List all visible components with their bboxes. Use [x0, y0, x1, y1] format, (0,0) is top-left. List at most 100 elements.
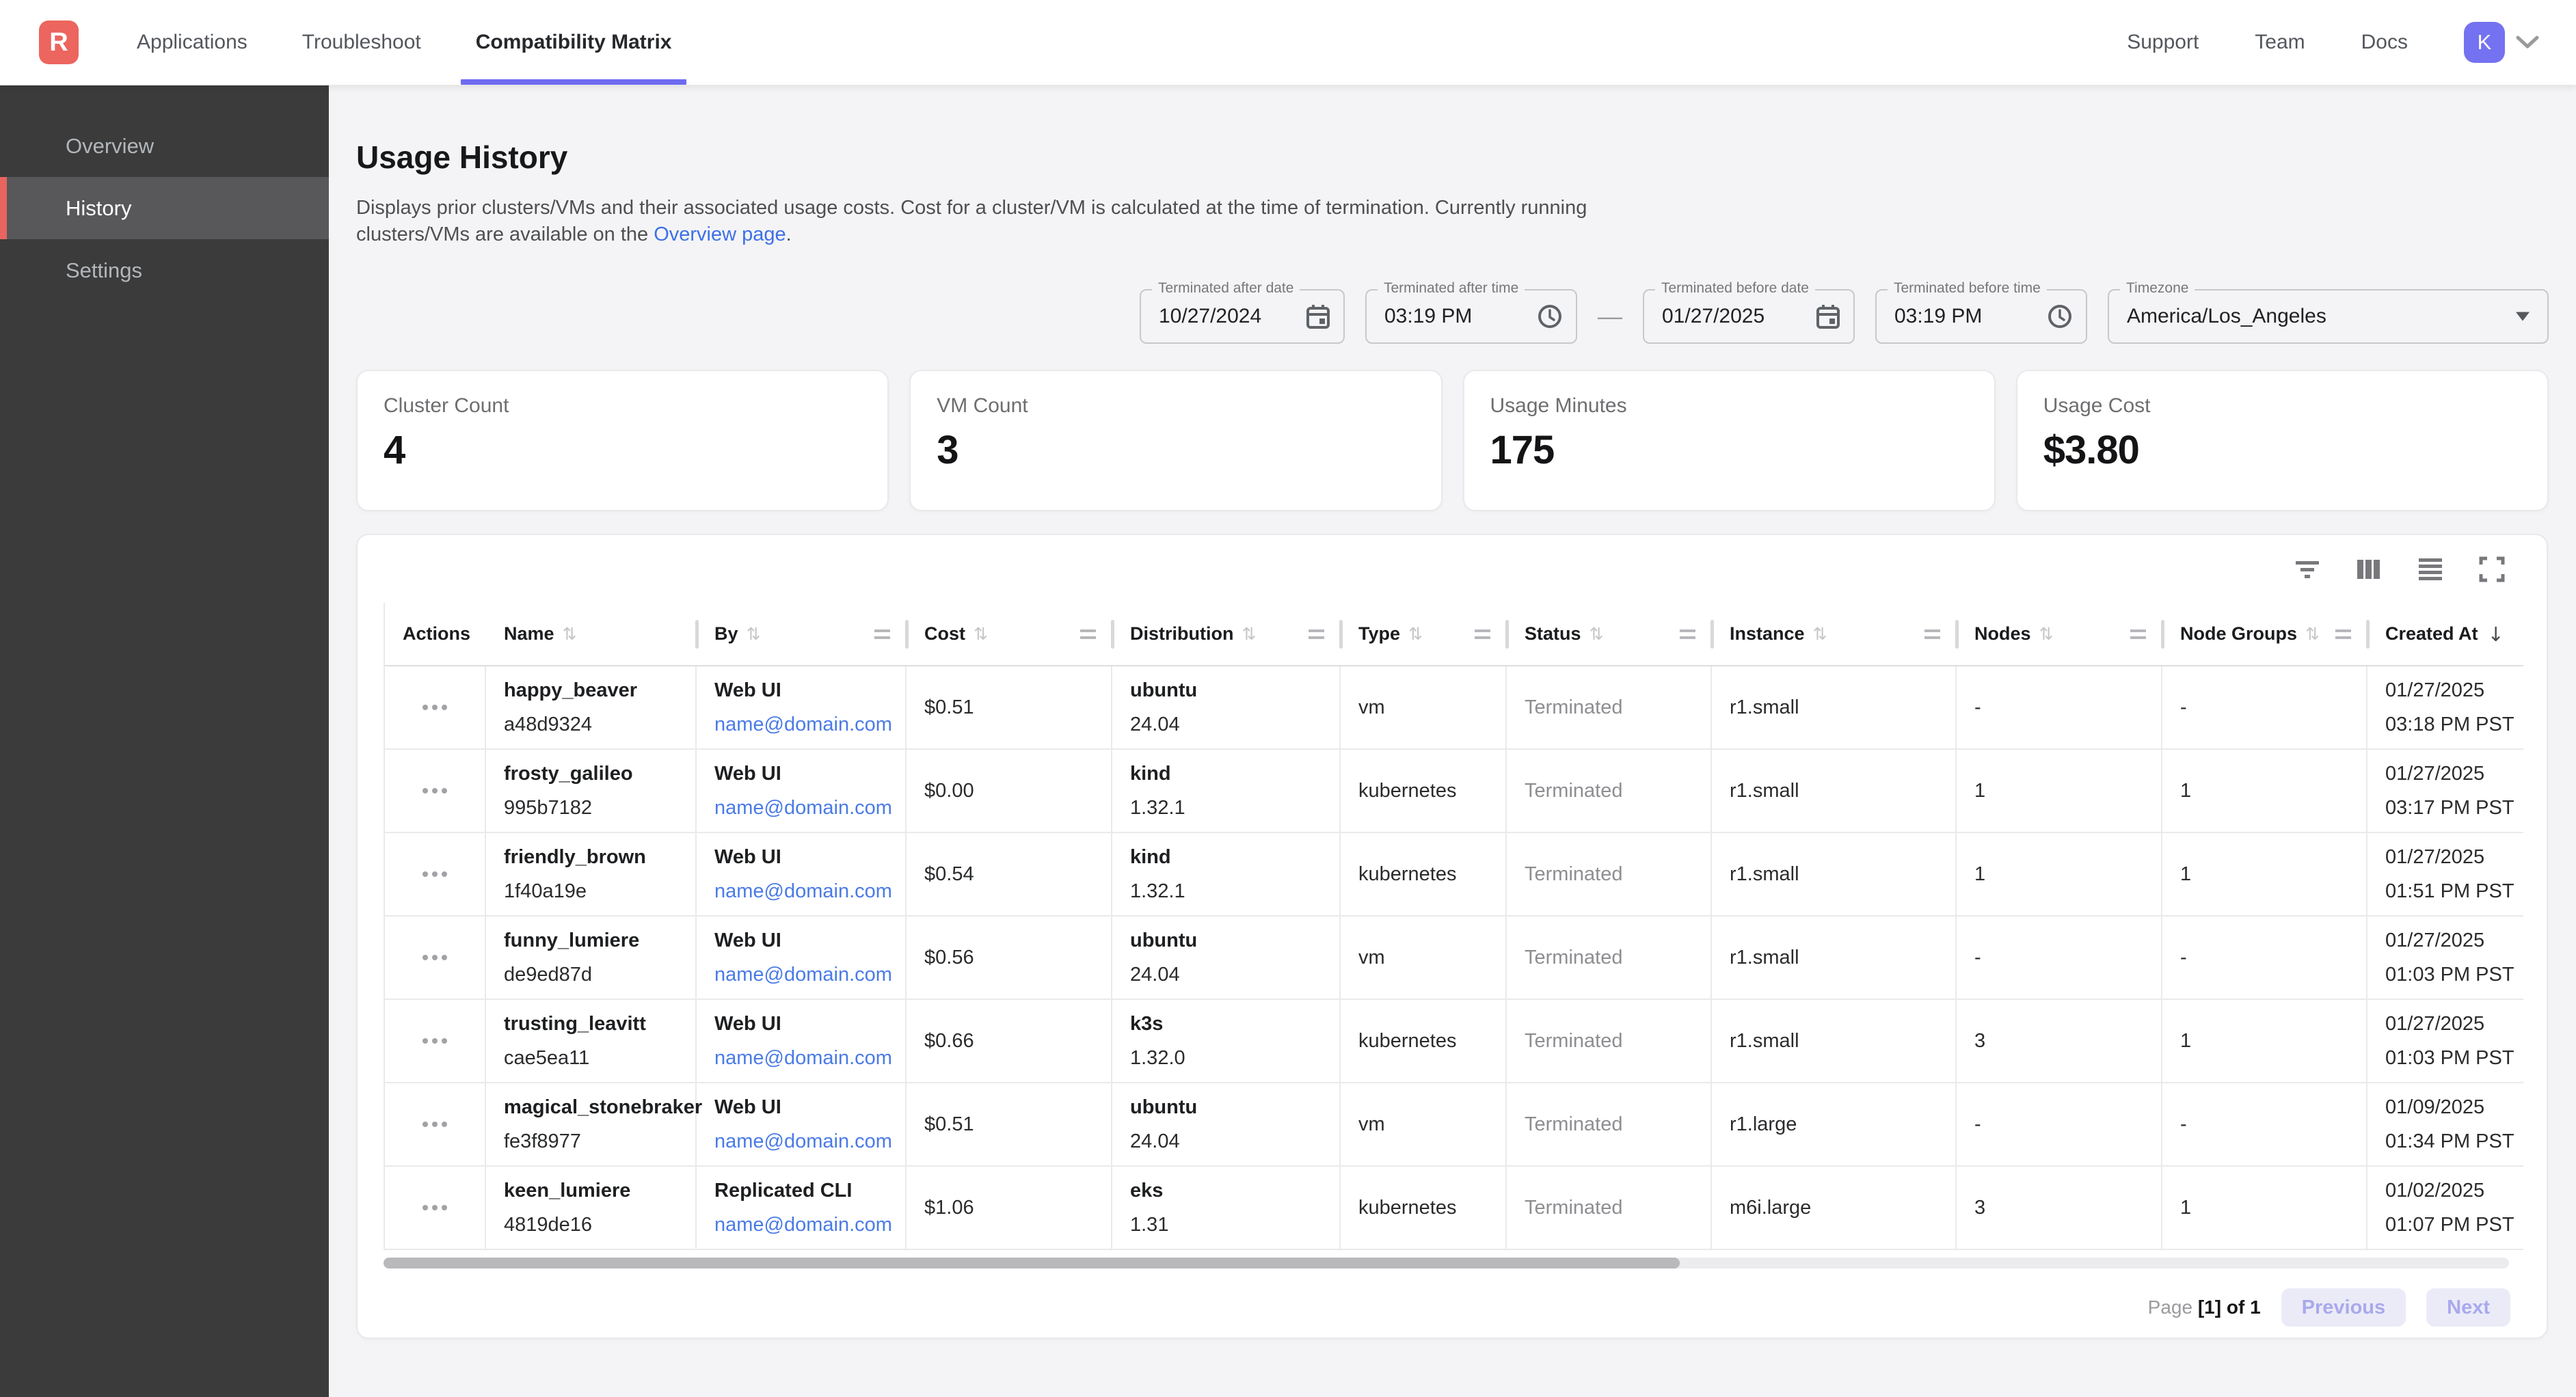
row-actions-button[interactable] — [416, 698, 454, 717]
columns-icon[interactable] — [2352, 553, 2385, 586]
sidebar-item-settings[interactable]: Settings — [0, 239, 329, 301]
column-label: Distribution — [1130, 623, 1233, 645]
density-icon[interactable] — [2414, 553, 2447, 586]
table-row: magical_stonebrakerfe3f8977 Web UIname@d… — [385, 1083, 2523, 1167]
calendar-icon[interactable] — [1305, 303, 1331, 330]
nav-item-applications[interactable]: Applications — [137, 0, 247, 85]
column-menu-icon[interactable] — [1080, 629, 1096, 639]
cell-created-at: 01/27/202501:51 PM PST — [2367, 833, 2523, 915]
cell-node-groups: 1 — [2162, 833, 2367, 915]
column-menu-icon[interactable] — [1924, 629, 1940, 639]
row-actions-button[interactable] — [416, 1198, 454, 1217]
cell-distribution: ubuntu24.04 — [1112, 917, 1341, 999]
terminated-before-date-field[interactable]: Terminated before date 01/27/2025 — [1643, 289, 1855, 344]
cell-instance: m6i.large — [1712, 1167, 1957, 1249]
page-label: Page — [2148, 1297, 2192, 1318]
column-menu-icon[interactable] — [1680, 629, 1695, 639]
column-header-nodes[interactable]: Nodes ⇅ — [1957, 603, 2162, 665]
column-menu-icon[interactable] — [1309, 629, 1324, 639]
nav-item-docs[interactable]: Docs — [2361, 31, 2408, 54]
dropdown-arrow-icon[interactable] — [2516, 312, 2535, 321]
terminated-before-time-field[interactable]: Terminated before time 03:19 PM — [1875, 289, 2087, 344]
column-header-status[interactable]: Status ⇅ — [1507, 603, 1712, 665]
row-actions-button[interactable] — [416, 781, 454, 800]
overview-page-link[interactable]: Overview page — [654, 223, 786, 245]
cell-by: Web UIname@domain.com — [697, 750, 907, 832]
row-actions-button[interactable] — [416, 948, 454, 967]
pagination: Page [1] of 1 Previous Next — [2148, 1288, 2510, 1327]
description-line2: clusters/VMs are available on the — [356, 223, 654, 245]
terminated-after-date-field[interactable]: Terminated after date 10/27/2024 — [1140, 289, 1345, 344]
user-menu[interactable]: K — [2464, 22, 2539, 63]
cell-type: kubernetes — [1341, 1000, 1507, 1082]
chevron-down-icon[interactable] — [2516, 36, 2539, 49]
column-menu-icon[interactable] — [2130, 629, 2146, 639]
clock-icon[interactable] — [2046, 303, 2074, 330]
row-actions-button[interactable] — [416, 1031, 454, 1050]
card-label: Cluster Count — [384, 394, 861, 418]
calendar-icon[interactable] — [1815, 303, 1841, 330]
clock-icon[interactable] — [1536, 303, 1564, 330]
column-menu-icon[interactable] — [1475, 629, 1490, 639]
next-page-button[interactable]: Next — [2426, 1288, 2510, 1327]
table-row: friendly_brown1f40a19e Web UIname@domain… — [385, 833, 2523, 917]
column-header-type[interactable]: Type ⇅ — [1341, 603, 1507, 665]
secondary-nav: Support Team Docs K — [2127, 22, 2539, 63]
cell-cost: $0.00 — [907, 750, 1112, 832]
cell-cost: $0.51 — [907, 666, 1112, 748]
app-logo[interactable]: R — [39, 21, 79, 64]
fullscreen-icon[interactable] — [2476, 553, 2508, 586]
email-link[interactable]: name@domain.com — [714, 796, 905, 819]
scrollbar-thumb[interactable] — [384, 1258, 1680, 1269]
column-menu-icon[interactable] — [874, 629, 890, 639]
email-link[interactable]: name@domain.com — [714, 1130, 905, 1153]
row-actions-button[interactable] — [416, 1115, 454, 1134]
previous-page-button[interactable]: Previous — [2281, 1288, 2406, 1327]
page-title: Usage History — [356, 139, 567, 176]
column-header-by[interactable]: By ⇅ — [697, 603, 907, 665]
row-actions-button[interactable] — [416, 865, 454, 884]
table-toolbar — [2291, 553, 2508, 586]
column-header-cost[interactable]: Cost ⇅ — [907, 603, 1112, 665]
cell-status: Terminated — [1507, 917, 1712, 999]
top-nav: R Applications Troubleshoot Compatibilit… — [0, 0, 2576, 85]
field-value[interactable]: America/Los_Angeles — [2109, 290, 2547, 342]
main-content: Usage History Displays prior clusters/VM… — [329, 85, 2576, 1397]
card-value: 175 — [1490, 427, 1968, 473]
email-link[interactable]: name@domain.com — [714, 713, 905, 736]
card-label: Usage Cost — [2043, 394, 2521, 418]
column-menu-icon[interactable] — [2335, 629, 2351, 639]
cell-created-at: 01/27/202503:18 PM PST — [2367, 666, 2523, 748]
sidebar-item-overview[interactable]: Overview — [0, 115, 329, 177]
nav-item-compatibility-matrix[interactable]: Compatibility Matrix — [476, 0, 672, 85]
column-header-node-groups[interactable]: Node Groups ⇅ — [2162, 603, 2367, 665]
terminated-after-time-field[interactable]: Terminated after time 03:19 PM — [1365, 289, 1577, 344]
cell-type: vm — [1341, 1083, 1507, 1165]
email-link[interactable]: name@domain.com — [714, 1046, 905, 1070]
column-header-created-at[interactable]: Created At ↓ — [2367, 603, 2523, 665]
column-header-instance[interactable]: Instance ⇅ — [1712, 603, 1957, 665]
cell-by: Web UIname@domain.com — [697, 666, 907, 748]
cell-by: Web UIname@domain.com — [697, 1083, 907, 1165]
nav-item-support[interactable]: Support — [2127, 31, 2199, 54]
column-label: Instance — [1730, 623, 1805, 645]
cell-status: Terminated — [1507, 750, 1712, 832]
column-label: Name — [504, 623, 554, 645]
cell-actions — [385, 917, 486, 999]
nav-item-troubleshoot[interactable]: Troubleshoot — [302, 0, 421, 85]
email-link[interactable]: name@domain.com — [714, 1213, 905, 1236]
column-header-name[interactable]: Name ⇅ — [486, 603, 697, 665]
column-header-distribution[interactable]: Distribution ⇅ — [1112, 603, 1341, 665]
avatar[interactable]: K — [2464, 22, 2505, 63]
field-label: Terminated after time — [1378, 280, 1525, 297]
nav-item-team[interactable]: Team — [2255, 31, 2305, 54]
usage-cost-card: Usage Cost $3.80 — [2016, 370, 2549, 511]
email-link[interactable]: name@domain.com — [714, 963, 905, 986]
email-link[interactable]: name@domain.com — [714, 880, 905, 903]
column-label: Cost — [924, 623, 965, 645]
timezone-select[interactable]: Timezone America/Los_Angeles — [2108, 289, 2549, 344]
sidebar-item-history[interactable]: History — [0, 177, 329, 239]
cell-type: vm — [1341, 917, 1507, 999]
filter-icon[interactable] — [2291, 553, 2324, 586]
cell-distribution: k3s1.32.0 — [1112, 1000, 1341, 1082]
